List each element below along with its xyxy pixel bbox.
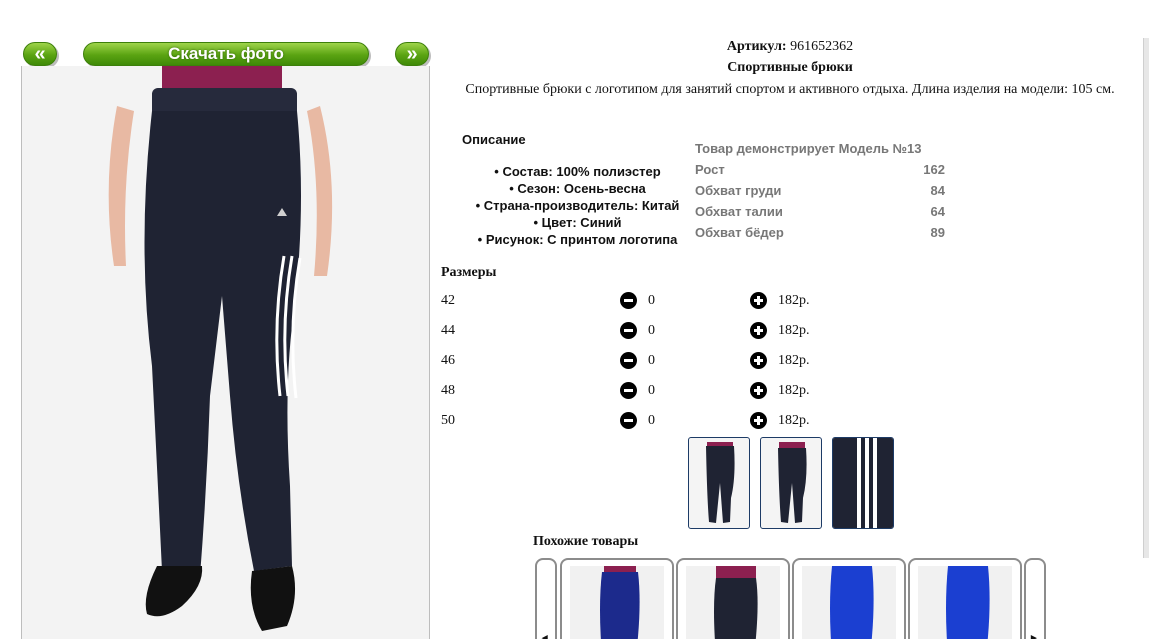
size-value: 44 xyxy=(441,323,455,338)
increase-icon[interactable] xyxy=(750,352,767,369)
article-line: Артикул: 961652362 xyxy=(440,39,1140,55)
model-row-value: 89 xyxy=(930,225,945,240)
article-label: Артикул: xyxy=(726,39,787,54)
model-heading: Товар демонстрирует Модель №13 xyxy=(695,141,922,156)
price-value: 182р. xyxy=(778,353,810,368)
model-row-value: 84 xyxy=(930,183,945,198)
increase-icon[interactable] xyxy=(750,322,767,339)
main-product-photo xyxy=(21,66,430,639)
quantity-value: 0 xyxy=(648,353,655,368)
quantity-value: 0 xyxy=(648,293,655,308)
photo-thumbnail[interactable] xyxy=(760,437,822,529)
sizes-table: 42 0 182р. 44 0 182р. 46 0 182р. 48 0 18… xyxy=(441,288,861,438)
property-item: Цвет: Синий xyxy=(440,214,715,231)
size-row: 44 0 182р. xyxy=(441,318,861,348)
similar-heading: Похожие товары xyxy=(533,534,639,549)
increase-icon[interactable] xyxy=(750,412,767,429)
increase-icon[interactable] xyxy=(750,292,767,309)
model-measurements: Товар демонстрирует Модель №13 Рост 162 О… xyxy=(695,138,945,243)
decrease-icon[interactable] xyxy=(620,292,637,309)
page-scrollbar[interactable] xyxy=(1143,38,1149,558)
similar-next-button[interactable]: ▸ xyxy=(1024,558,1046,639)
size-value: 48 xyxy=(441,383,455,398)
model-row: Обхват груди 84 xyxy=(695,180,945,201)
similar-item-image xyxy=(570,566,664,639)
model-row: Обхват талии 64 xyxy=(695,201,945,222)
prev-photo-button[interactable]: « xyxy=(23,42,57,66)
model-row-label: Обхват груди xyxy=(695,183,782,198)
decrease-icon[interactable] xyxy=(620,382,637,399)
quantity-value: 0 xyxy=(648,383,655,398)
decrease-icon[interactable] xyxy=(620,322,637,339)
size-row: 50 0 182р. xyxy=(441,408,861,438)
model-row-label: Обхват бёдер xyxy=(695,225,784,240)
model-row: Обхват бёдер 89 xyxy=(695,222,945,243)
similar-item-image xyxy=(802,566,896,639)
decrease-icon[interactable] xyxy=(620,352,637,369)
increase-icon[interactable] xyxy=(750,382,767,399)
similar-item-image xyxy=(686,566,780,639)
similar-item-image xyxy=(918,566,1012,639)
size-value: 50 xyxy=(441,413,455,428)
property-item: Рисунок: С принтом логотипа xyxy=(440,231,715,248)
decrease-icon[interactable] xyxy=(620,412,637,429)
price-value: 182р. xyxy=(778,293,810,308)
price-value: 182р. xyxy=(778,383,810,398)
price-value: 182р. xyxy=(778,323,810,338)
model-row-value: 162 xyxy=(923,162,945,177)
model-row-value: 64 xyxy=(930,204,945,219)
download-photo-button[interactable]: Скачать фото xyxy=(83,42,369,66)
article-value: 961652362 xyxy=(790,39,854,54)
next-photo-button[interactable]: » xyxy=(395,42,429,66)
model-row: Рост 162 xyxy=(695,159,945,180)
similar-item[interactable] xyxy=(792,558,906,639)
product-description: Спортивные брюки с логотипом для занятий… xyxy=(465,82,1115,97)
size-row: 42 0 182р. xyxy=(441,288,861,318)
similar-item[interactable] xyxy=(908,558,1022,639)
model-row-label: Обхват талии xyxy=(695,204,783,219)
chevron-right-icon: ▸ xyxy=(1031,632,1037,639)
size-value: 42 xyxy=(441,293,455,308)
similar-prev-button[interactable]: ◂ xyxy=(535,558,557,639)
property-item: Состав: 100% полиэстер xyxy=(440,163,715,180)
model-row-label: Рост xyxy=(695,162,725,177)
price-value: 182р. xyxy=(778,413,810,428)
similar-item[interactable] xyxy=(560,558,674,639)
property-item: Сезон: Осень-весна xyxy=(440,180,715,197)
photo-thumbnail[interactable] xyxy=(832,437,894,529)
quantity-value: 0 xyxy=(648,413,655,428)
size-row: 46 0 182р. xyxy=(441,348,861,378)
size-value: 46 xyxy=(441,353,455,368)
properties-list: Состав: 100% полиэстер Сезон: Осень-весн… xyxy=(440,163,715,248)
sizes-heading: Размеры xyxy=(441,265,497,280)
chevron-left-icon: ◂ xyxy=(542,632,548,639)
quantity-value: 0 xyxy=(648,323,655,338)
property-item: Страна-производитель: Китай xyxy=(440,197,715,214)
photo-thumbnail[interactable] xyxy=(688,437,750,529)
similar-item[interactable] xyxy=(676,558,790,639)
details-heading: Описание xyxy=(462,132,526,147)
size-row: 48 0 182р. xyxy=(441,378,861,408)
product-title: Спортивные брюки xyxy=(727,60,853,75)
